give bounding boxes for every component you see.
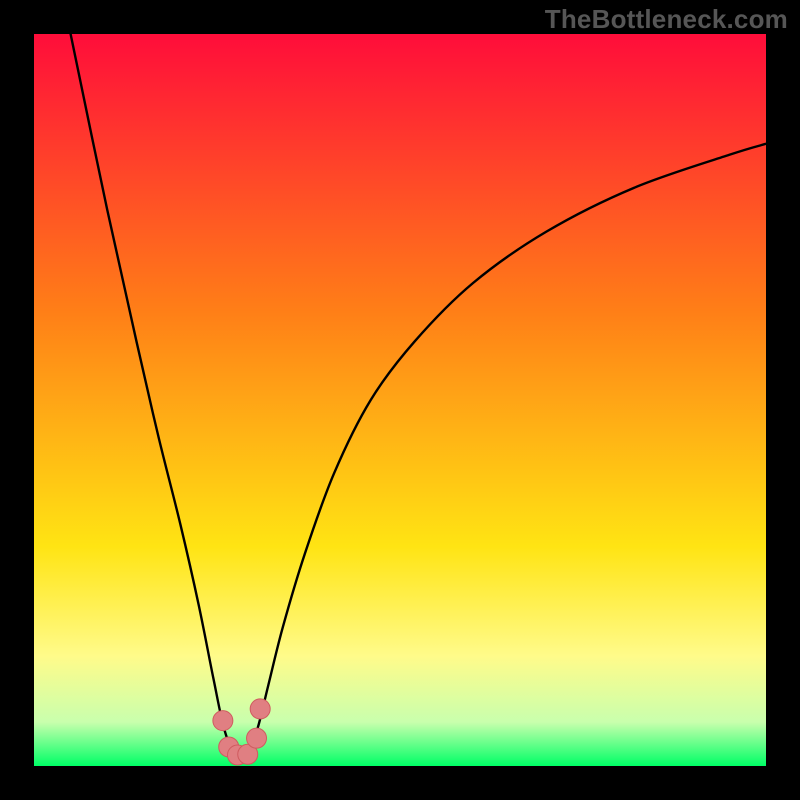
curve-marker [250,699,270,719]
curve-marker [213,711,233,731]
chart-frame: TheBottleneck.com [0,0,800,800]
gradient-background [34,34,766,766]
watermark-text: TheBottleneck.com [545,4,788,35]
plot-area [34,34,766,766]
bottleneck-chart [34,34,766,766]
curve-marker [247,728,267,748]
